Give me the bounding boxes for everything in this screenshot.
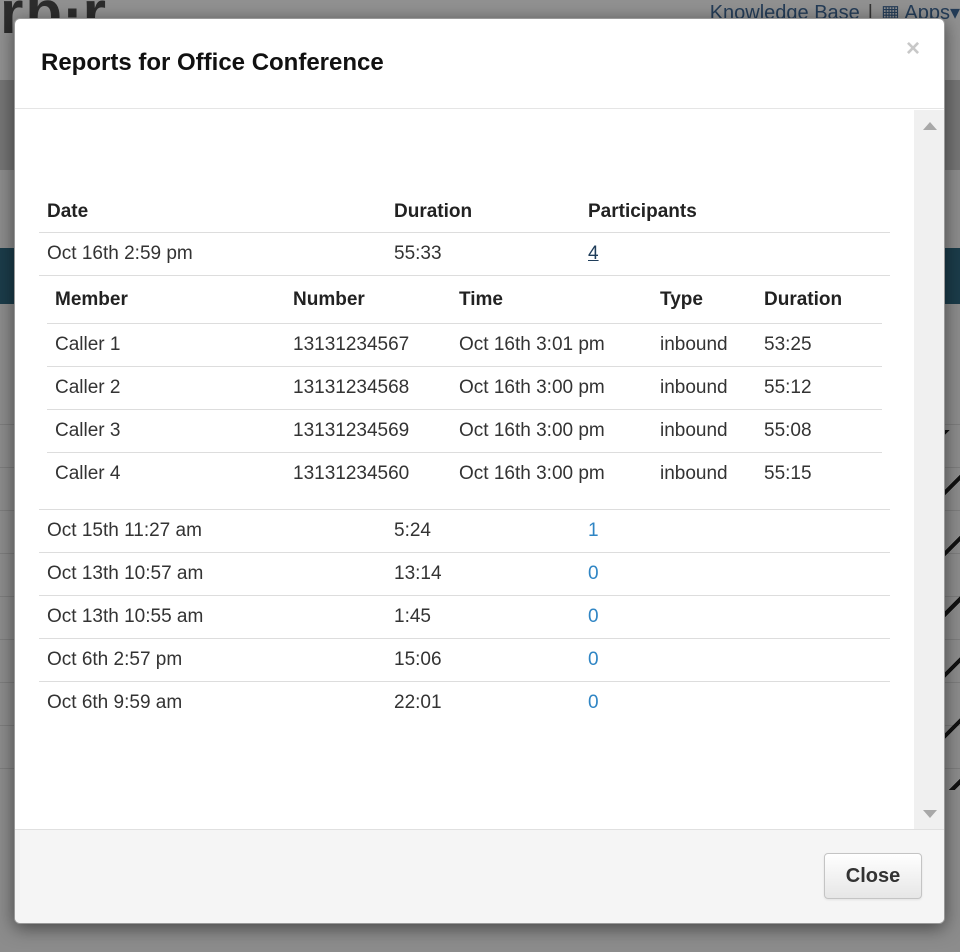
participants-link[interactable]: 0 xyxy=(588,606,599,627)
member-number: 13131234569 xyxy=(293,420,410,441)
member-duration: 53:25 xyxy=(764,334,812,355)
participants-cell: 0 xyxy=(588,692,788,714)
member-duration: 55:15 xyxy=(764,463,812,484)
modal-title: Reports for Office Conference xyxy=(41,49,384,76)
member-time: Oct 16th 3:00 pm xyxy=(459,377,605,398)
member-type: inbound xyxy=(660,420,728,441)
chevron-down-icon: ▾ xyxy=(949,2,960,24)
close-button[interactable]: Close xyxy=(824,853,922,899)
report-date: Oct 6th 9:59 am xyxy=(47,692,183,713)
participants-cell: 0 xyxy=(588,563,788,585)
participants-cell: 1 xyxy=(588,520,788,542)
background-action-icons xyxy=(944,430,960,790)
header-time: Time xyxy=(459,288,504,310)
detail-row: Caller 4 13131234560 Oct 16th 3:00 pm in… xyxy=(47,452,882,495)
reports-header-row: Date Duration Participants xyxy=(39,192,890,232)
header-participants: Participants xyxy=(588,201,697,222)
report-date: Oct 15th 11:27 am xyxy=(47,520,202,541)
header-type: Type xyxy=(660,288,703,310)
header-duration: Duration xyxy=(394,201,473,222)
detail-row: Caller 1 13131234567 Oct 16th 3:01 pm in… xyxy=(47,323,882,366)
report-date: Oct 13th 10:55 am xyxy=(47,606,204,627)
report-date: Oct 6th 2:57 pm xyxy=(47,649,183,670)
report-duration: 5:24 xyxy=(394,520,431,541)
member-time: Oct 16th 3:00 pm xyxy=(459,420,605,441)
report-duration: 15:06 xyxy=(394,649,442,670)
participants-link[interactable]: 0 xyxy=(588,563,599,584)
header-number: Number xyxy=(293,288,365,310)
header-member: Member xyxy=(55,288,128,310)
detail-row: Caller 2 13131234568 Oct 16th 3:00 pm in… xyxy=(47,366,882,409)
participants-cell: 0 xyxy=(588,606,788,628)
report-duration: 13:14 xyxy=(394,563,442,584)
scroll-up-arrow-icon[interactable] xyxy=(923,122,937,130)
member-name: Caller 1 xyxy=(55,334,121,355)
table-row: Oct 13th 10:57 am 13:14 0 xyxy=(39,552,890,595)
member-type: inbound xyxy=(660,334,728,355)
member-name: Caller 2 xyxy=(55,377,121,398)
member-number: 13131234560 xyxy=(293,463,410,484)
header-date: Date xyxy=(47,201,89,222)
member-type: inbound xyxy=(660,463,728,484)
header-detail-duration: Duration xyxy=(764,288,843,310)
report-duration: 22:01 xyxy=(394,692,442,713)
participants-cell: 0 xyxy=(588,649,788,671)
detail-row: Caller 3 13131234569 Oct 16th 3:00 pm in… xyxy=(47,409,882,452)
table-row: Oct 13th 10:55 am 1:45 0 xyxy=(39,595,890,638)
detail-header-row: Member Number Time Type Duration xyxy=(47,276,882,323)
member-duration: 55:12 xyxy=(764,377,812,398)
member-name: Caller 4 xyxy=(55,463,121,484)
close-icon[interactable]: × xyxy=(906,37,920,61)
participants-detail-table: Member Number Time Type Duration Caller … xyxy=(39,275,890,509)
participants-link[interactable]: 0 xyxy=(588,692,599,713)
modal-body[interactable]: Date Duration Participants Oct 16th 2:59… xyxy=(15,110,944,830)
modal-footer: Close xyxy=(15,829,944,923)
table-row: Oct 6th 9:59 am 22:01 0 xyxy=(39,681,890,724)
participants-cell: 4 xyxy=(588,243,788,265)
member-time: Oct 16th 3:00 pm xyxy=(459,463,605,484)
report-duration: 1:45 xyxy=(394,606,431,627)
table-row: Oct 6th 2:57 pm 15:06 0 xyxy=(39,638,890,681)
scroll-down-arrow-icon[interactable] xyxy=(923,810,937,818)
participants-link[interactable]: 1 xyxy=(588,520,599,541)
report-date: Oct 16th 2:59 pm xyxy=(47,243,193,264)
member-name: Caller 3 xyxy=(55,420,121,441)
table-row: Oct 16th 2:59 pm 55:33 4 xyxy=(39,232,890,275)
participants-link[interactable]: 4 xyxy=(588,243,599,264)
member-number: 13131234568 xyxy=(293,377,410,398)
member-duration: 55:08 xyxy=(764,420,812,441)
report-duration: 55:33 xyxy=(394,243,442,264)
member-number: 13131234567 xyxy=(293,334,410,355)
member-time: Oct 16th 3:01 pm xyxy=(459,334,605,355)
modal-header: Reports for Office Conference × xyxy=(15,19,944,109)
member-type: inbound xyxy=(660,377,728,398)
report-date: Oct 13th 10:57 am xyxy=(47,563,204,584)
reports-table: Date Duration Participants Oct 16th 2:59… xyxy=(39,192,890,724)
reports-modal: Reports for Office Conference × Date Dur… xyxy=(14,18,945,924)
vertical-scrollbar[interactable] xyxy=(914,110,944,830)
table-row: Oct 15th 11:27 am 5:24 1 xyxy=(39,509,890,552)
participants-link[interactable]: 0 xyxy=(588,649,599,670)
